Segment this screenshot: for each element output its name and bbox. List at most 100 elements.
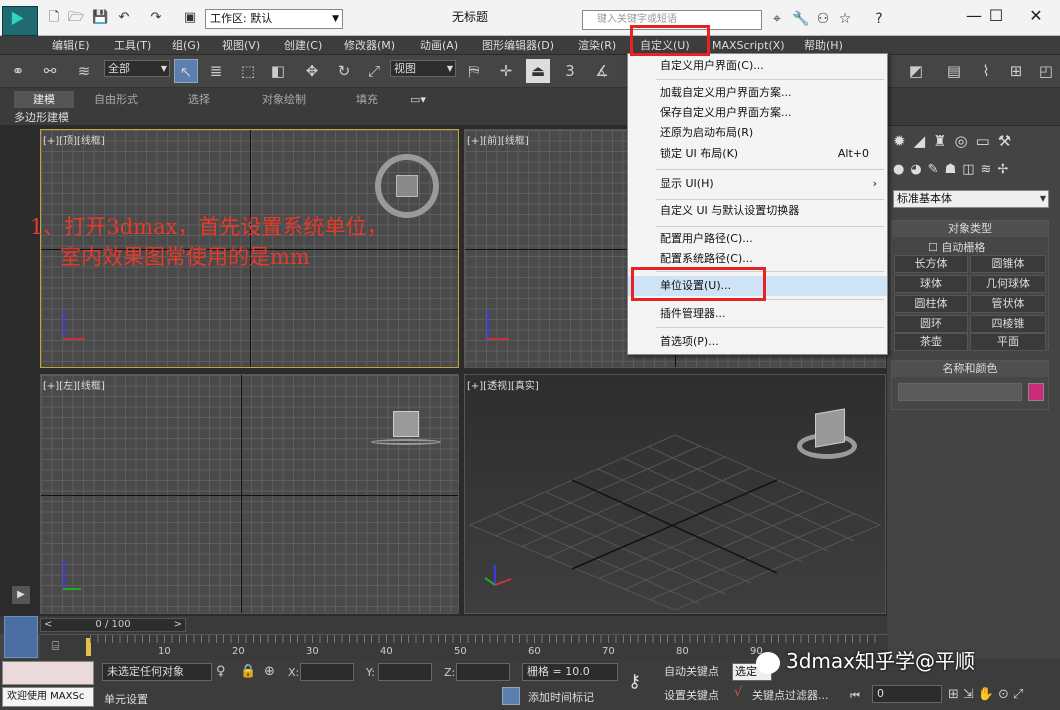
viewcube-top[interactable]: [375, 154, 439, 218]
rect-selection-icon[interactable]: ⬚: [236, 59, 260, 83]
scale-icon[interactable]: ⤢: [362, 59, 386, 83]
polygon-modeling-label[interactable]: 多边形建模: [14, 110, 69, 126]
goto-start-icon[interactable]: ⏮: [850, 689, 860, 703]
menu-item-revert-startup-layout[interactable]: 还原为启动布局(R): [628, 123, 887, 143]
redo-icon[interactable]: ↷: [148, 10, 164, 26]
cylinder-button[interactable]: 圆柱体: [894, 295, 968, 313]
material-editor-icon[interactable]: ◰: [1034, 59, 1058, 83]
ribbon-toggle-icon[interactable]: ▤: [942, 59, 966, 83]
viewport-layout-icon[interactable]: [4, 616, 38, 658]
autogrid-checkbox[interactable]: ☐ 自动栅格: [928, 239, 985, 255]
menu-graph-editors[interactable]: 图形编辑器(D): [478, 36, 558, 55]
menu-animation[interactable]: 动画(A): [416, 36, 462, 55]
maxscript-listener-field[interactable]: [2, 661, 94, 685]
trackbar-filter-icon[interactable]: ⌸: [52, 639, 59, 654]
keyboard-shortcut-override-icon[interactable]: ⏏: [526, 59, 550, 83]
object-name-input[interactable]: [898, 383, 1022, 401]
ribbon-options-icon[interactable]: ▭▾: [410, 91, 426, 108]
isolate-icon[interactable]: ♀: [216, 664, 226, 679]
community-icon[interactable]: ⚇: [814, 10, 832, 28]
cone-button[interactable]: 圆锥体: [970, 255, 1046, 273]
auto-key-button[interactable]: 自动关键点: [664, 663, 719, 679]
time-tag-icon[interactable]: [502, 687, 520, 705]
bind-spacewarp-icon[interactable]: ≋: [72, 59, 96, 83]
current-frame-input[interactable]: 0: [872, 685, 942, 703]
app-logo-button[interactable]: ⯈: [2, 6, 38, 36]
viewport-top-label[interactable]: [+][顶][线框]: [43, 132, 105, 147]
tab-populate[interactable]: 填充: [356, 91, 378, 108]
unlink-icon[interactable]: ⚯: [38, 59, 62, 83]
tube-button[interactable]: 管状体: [970, 295, 1046, 313]
object-category-dropdown[interactable]: 标准基本体 ▼: [893, 190, 1049, 208]
time-slider-handle[interactable]: <0 / 100 >: [40, 618, 186, 632]
x-coord-input[interactable]: [300, 663, 354, 681]
new-file-icon[interactable]: 🗋: [46, 10, 62, 26]
menu-item-lock-ui-layout[interactable]: 锁定 UI 布局(K) Alt+0: [628, 144, 887, 164]
selection-filter-dropdown[interactable]: 全部 ▼: [104, 60, 170, 77]
link-icon[interactable]: ⚭: [6, 59, 30, 83]
save-icon[interactable]: 💾: [92, 10, 108, 26]
menu-item-system-paths[interactable]: 配置系统路径(C)...: [628, 249, 887, 269]
geosphere-button[interactable]: 几何球体: [970, 275, 1046, 293]
open-file-icon[interactable]: 🗁: [68, 10, 84, 26]
torus-button[interactable]: 圆环: [894, 315, 968, 333]
viewport-left[interactable]: [+][左][线框]: [40, 374, 459, 614]
menu-group[interactable]: 组(G): [168, 36, 204, 55]
plane-button[interactable]: 平面: [970, 333, 1046, 351]
menu-item-load-ui-scheme[interactable]: 加载自定义用户界面方案...: [628, 83, 887, 103]
viewcube-perspective[interactable]: [815, 408, 845, 448]
menu-item-customize-ui[interactable]: 自定义用户界面(C)...: [628, 56, 887, 76]
menu-tools[interactable]: 工具(T): [110, 36, 155, 55]
close-button[interactable]: ✕: [1018, 4, 1054, 28]
add-time-tag[interactable]: 添加时间标记: [528, 689, 594, 705]
tab-selection[interactable]: 选择: [188, 91, 210, 108]
key-icon[interactable]: ⚷: [628, 671, 641, 692]
schematic-view-icon[interactable]: ⊞: [1004, 59, 1028, 83]
undo-icon[interactable]: ↶: [116, 10, 132, 26]
binoculars-icon[interactable]: ⌖: [768, 10, 786, 28]
select-object-icon[interactable]: ↖: [174, 59, 198, 83]
rollout-title-name-color[interactable]: 名称和颜色: [892, 361, 1048, 377]
curve-editor-icon[interactable]: ⌇: [974, 59, 998, 83]
selection-lock-icon[interactable]: 🔒: [240, 664, 256, 679]
menu-views[interactable]: 视图(V): [218, 36, 264, 55]
menu-item-show-ui[interactable]: 显示 UI(H) ›: [628, 174, 887, 194]
viewport-perspective[interactable]: [+][透视][真实]: [464, 374, 886, 614]
key-filters-button[interactable]: 关键点过滤器...: [752, 687, 829, 703]
viewport-perspective-label[interactable]: [+][透视][真实]: [467, 377, 539, 392]
pyramid-button[interactable]: 四棱锥: [970, 315, 1046, 333]
pivot-icon[interactable]: ⛿: [462, 59, 486, 83]
menu-rendering[interactable]: 渲染(R): [574, 36, 620, 55]
menu-item-user-paths[interactable]: 配置用户路径(C)...: [628, 229, 887, 249]
snap-toggle-icon[interactable]: 3: [558, 59, 582, 83]
workspace-selector[interactable]: 工作区: 默认 ▼: [205, 9, 343, 29]
viewport-left-label[interactable]: [+][左][线框]: [43, 377, 105, 392]
viewport-nav-icons[interactable]: ⊞⇲✋⊙⤢: [948, 687, 1027, 702]
move-icon[interactable]: ✥: [300, 59, 324, 83]
rotate-icon[interactable]: ↻: [332, 59, 356, 83]
tab-freeform[interactable]: 自由形式: [94, 91, 138, 108]
layer-manager-icon[interactable]: ◩: [904, 59, 928, 83]
teapot-button[interactable]: 茶壶: [894, 333, 968, 351]
help-icon[interactable]: ?: [870, 10, 888, 28]
box-button[interactable]: 长方体: [894, 255, 968, 273]
menu-item-plugin-manager[interactable]: 插件管理器...: [628, 304, 887, 324]
panel-tabs-icon[interactable]: ✹◢♜◎▭⚒: [893, 132, 1019, 150]
play-viewport-icon[interactable]: ▶: [12, 586, 30, 604]
transform-mode-icon[interactable]: ⊕: [264, 664, 275, 679]
select-by-name-icon[interactable]: ≣: [204, 59, 228, 83]
set-key-button[interactable]: 设置关键点: [664, 687, 719, 703]
menu-modifiers[interactable]: 修改器(M): [340, 36, 399, 55]
rollout-title-object-type[interactable]: 对象类型: [892, 221, 1048, 237]
menu-item-preferences[interactable]: 首选项(P)...: [628, 332, 887, 352]
maximize-button[interactable]: ☐: [978, 4, 1014, 28]
menu-item-ui-switcher[interactable]: 自定义 UI 与默认设置切换器: [628, 201, 887, 221]
tools-icon[interactable]: 🔧: [792, 10, 810, 28]
object-color-swatch[interactable]: [1028, 383, 1044, 401]
window-crossing-icon[interactable]: ◧: [266, 59, 290, 83]
sphere-button[interactable]: 球体: [894, 275, 968, 293]
tab-object-paint[interactable]: 对象绘制: [262, 91, 306, 108]
angle-snap-icon[interactable]: ∡: [590, 59, 614, 83]
project-folder-icon[interactable]: ▣: [182, 10, 198, 26]
viewcube-left[interactable]: [393, 411, 419, 437]
